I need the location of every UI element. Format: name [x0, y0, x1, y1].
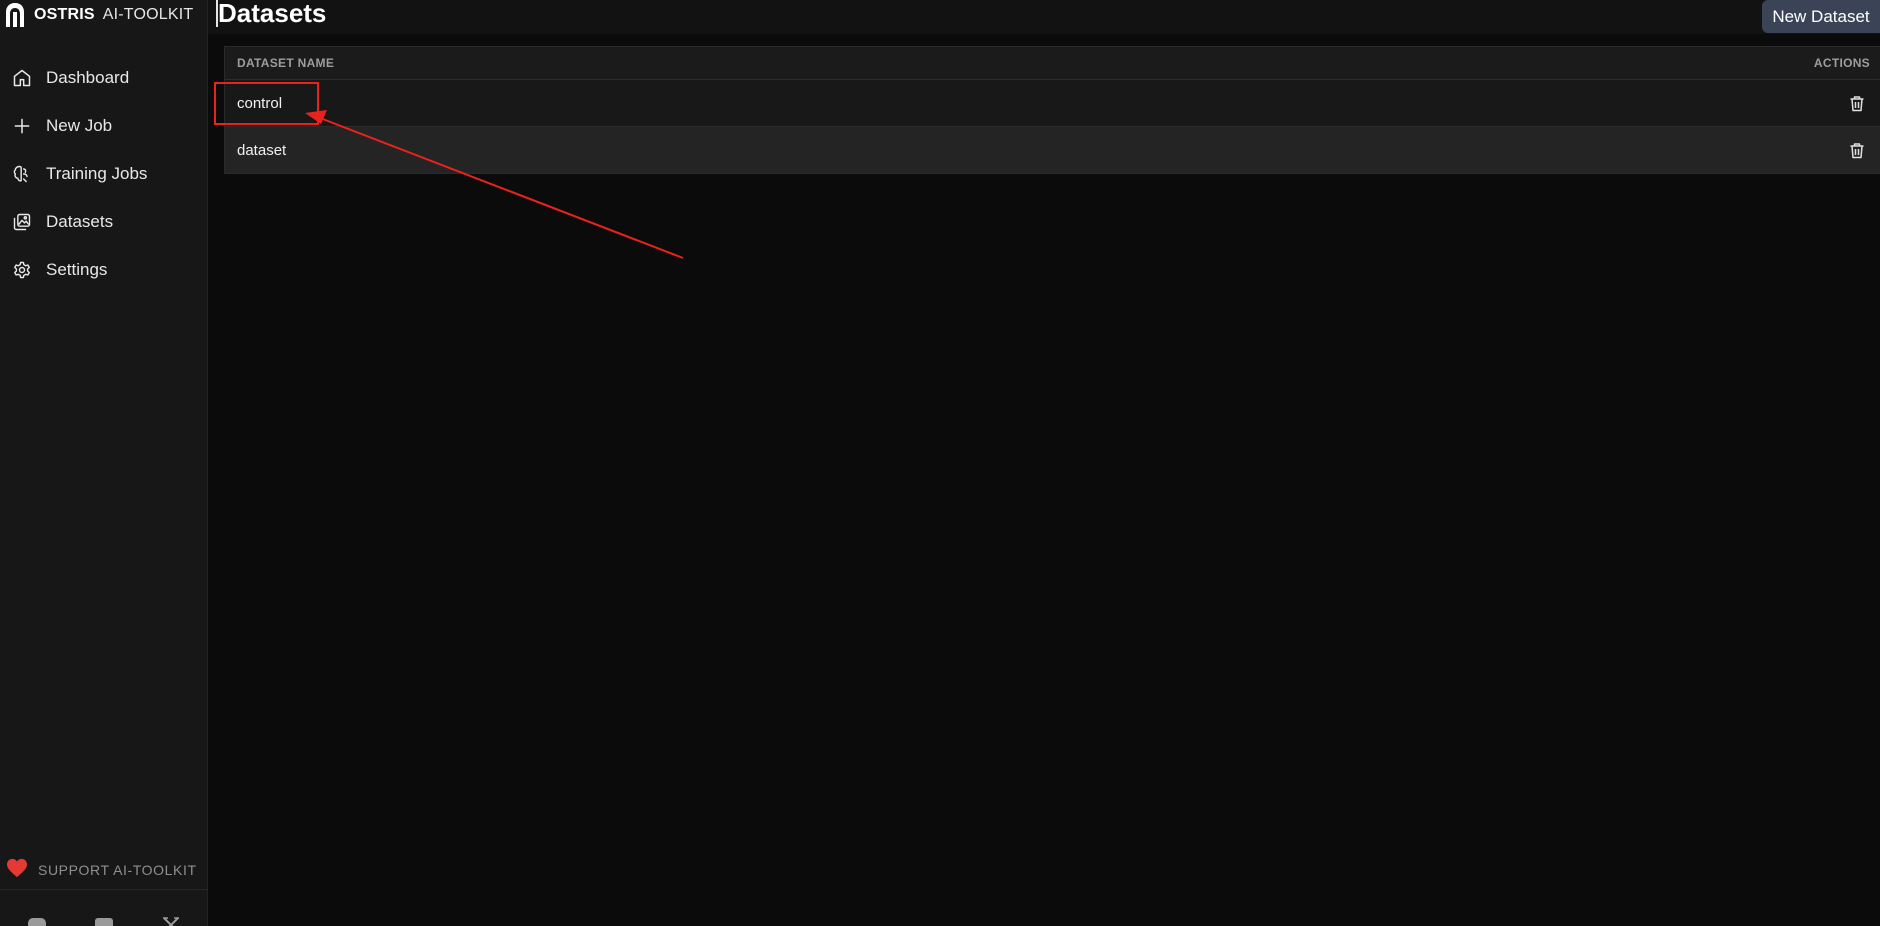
sidebar-item-dashboard[interactable]: Dashboard: [0, 54, 208, 102]
brand-name-strong: OSTRIS: [34, 6, 95, 23]
ostris-logo-icon: [4, 1, 26, 29]
datasets-table: DATASET NAME ACTIONS control dataset: [224, 46, 1880, 174]
home-icon: [12, 68, 32, 88]
column-header-actions: ACTIONS: [1813, 56, 1870, 70]
social-links: [0, 908, 208, 926]
top-header: Datasets New Dataset: [208, 0, 1880, 34]
brand[interactable]: OSTRIS AI-TOOLKIT: [4, 0, 193, 30]
images-icon: [12, 212, 32, 232]
brand-name-light: AI-TOOLKIT: [102, 6, 194, 23]
sidebar-item-settings[interactable]: Settings: [0, 246, 208, 294]
sidebar-item-datasets[interactable]: Datasets: [0, 198, 208, 246]
sidebar-item-label: Training Jobs: [46, 164, 148, 183]
gear-icon: [12, 260, 32, 280]
youtube-icon[interactable]: [94, 912, 114, 926]
support-label: SUPPORT AI-TOOLKIT: [38, 861, 197, 878]
x-icon[interactable]: [161, 912, 181, 926]
table-header: DATASET NAME ACTIONS: [225, 47, 1880, 79]
heart-icon: [6, 858, 28, 881]
column-header-name: DATASET NAME: [237, 56, 335, 70]
new-dataset-button[interactable]: New Dataset: [1762, 0, 1880, 33]
support-link[interactable]: SUPPORT AI-TOOLKIT: [0, 850, 208, 890]
plus-icon: [12, 116, 32, 136]
sidebar-item-new-job[interactable]: New Job: [0, 102, 208, 150]
dataset-name-link[interactable]: dataset: [237, 142, 286, 159]
annotation-highlight-box: [214, 82, 319, 125]
sidebar-item-label: Settings: [46, 260, 108, 279]
sidebar-item-label: New Job: [46, 116, 113, 135]
discord-icon[interactable]: [27, 912, 47, 926]
trash-icon[interactable]: [1848, 94, 1866, 112]
brain-icon: [12, 164, 32, 184]
app-root: OSTRIS AI-TOOLKIT Dashboard New Job Trai…: [0, 0, 1880, 926]
sidebar-item-training-jobs[interactable]: Training Jobs: [0, 150, 208, 198]
table-row[interactable]: dataset: [225, 126, 1880, 173]
page-title: Datasets: [216, 0, 327, 28]
trash-icon[interactable]: [1848, 141, 1866, 159]
sidebar-item-label: Datasets: [46, 212, 114, 231]
sidebar-nav: Dashboard New Job Training Jobs Datasets…: [0, 54, 208, 294]
sidebar-item-label: Dashboard: [46, 68, 130, 87]
table-row[interactable]: control: [225, 79, 1880, 126]
sidebar: OSTRIS AI-TOOLKIT Dashboard New Job Trai…: [0, 0, 208, 926]
